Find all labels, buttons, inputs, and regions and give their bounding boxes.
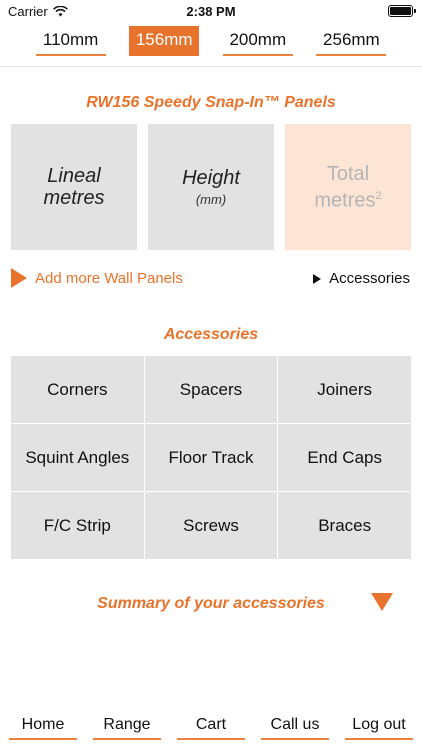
nav-call-us[interactable]: Call us [261, 712, 329, 740]
total-line2: metres [314, 189, 376, 212]
size-tabs: 110mm 156mm 200mm 256mm [0, 26, 422, 66]
summary-title: Summary of your accessories [97, 595, 325, 612]
accessory-screws[interactable]: Screws [144, 492, 278, 559]
height-tile[interactable]: Height (mm) [148, 124, 274, 250]
play-right-small-icon [313, 273, 322, 284]
size-tab-110mm[interactable]: 110mm [35, 26, 106, 56]
status-time: 2:38 PM [186, 4, 236, 19]
nav-log-out[interactable]: Log out [345, 712, 413, 740]
expand-down-icon[interactable] [371, 593, 393, 611]
accessory-squint-angles[interactable]: Squint Angles [11, 424, 144, 491]
accessory-floor-track[interactable]: Floor Track [144, 424, 278, 491]
accessory-end-caps[interactable]: End Caps [278, 424, 411, 491]
height-unit: (mm) [195, 192, 227, 207]
add-more-label: Add more Wall Panels [35, 269, 183, 287]
header-divider [0, 66, 422, 67]
total-metres-tile: Total metres2 [285, 124, 411, 250]
accessory-fc-strip[interactable]: F/C Strip [11, 492, 144, 559]
bottom-nav: Home Range Cart Call us Log out [0, 712, 422, 744]
height-label: Height [182, 167, 240, 189]
nav-home[interactable]: Home [9, 712, 77, 740]
status-bar: Carrier 2:38 PM [0, 0, 422, 22]
accessories-title: Accessories [163, 326, 259, 343]
add-more-wall-panels-button[interactable]: Add more Wall Panels [11, 268, 183, 288]
total-label: Total metres2 [314, 163, 381, 212]
size-tab-200mm[interactable]: 200mm [222, 26, 293, 56]
accessory-spacers[interactable]: Spacers [144, 356, 278, 423]
accessories-link[interactable]: Accessories [313, 270, 410, 287]
nav-range[interactable]: Range [93, 712, 161, 740]
lineal-label: Lineal metres [43, 165, 104, 209]
accessories-link-label: Accessories [329, 270, 410, 287]
battery-icon [388, 5, 416, 17]
lineal-line2: metres [43, 187, 105, 209]
accessories-grid: Corners Spacers Joiners Squint Angles Fl… [11, 356, 411, 559]
nav-cart[interactable]: Cart [177, 712, 245, 740]
total-line1: Total [326, 162, 370, 185]
lineal-metres-tile[interactable]: Lineal metres [11, 124, 137, 250]
size-tab-156mm[interactable]: 156mm [129, 26, 200, 56]
lineal-line1: Lineal [47, 165, 101, 187]
total-sup: 2 [375, 189, 382, 202]
accessory-braces[interactable]: Braces [278, 492, 411, 559]
accessory-corners[interactable]: Corners [11, 356, 144, 423]
size-tab-256mm[interactable]: 256mm [316, 26, 387, 56]
accessory-joiners[interactable]: Joiners [278, 356, 411, 423]
play-right-icon [11, 268, 27, 288]
panels-title: RW156 Speedy Snap-In™ Panels [86, 94, 336, 111]
